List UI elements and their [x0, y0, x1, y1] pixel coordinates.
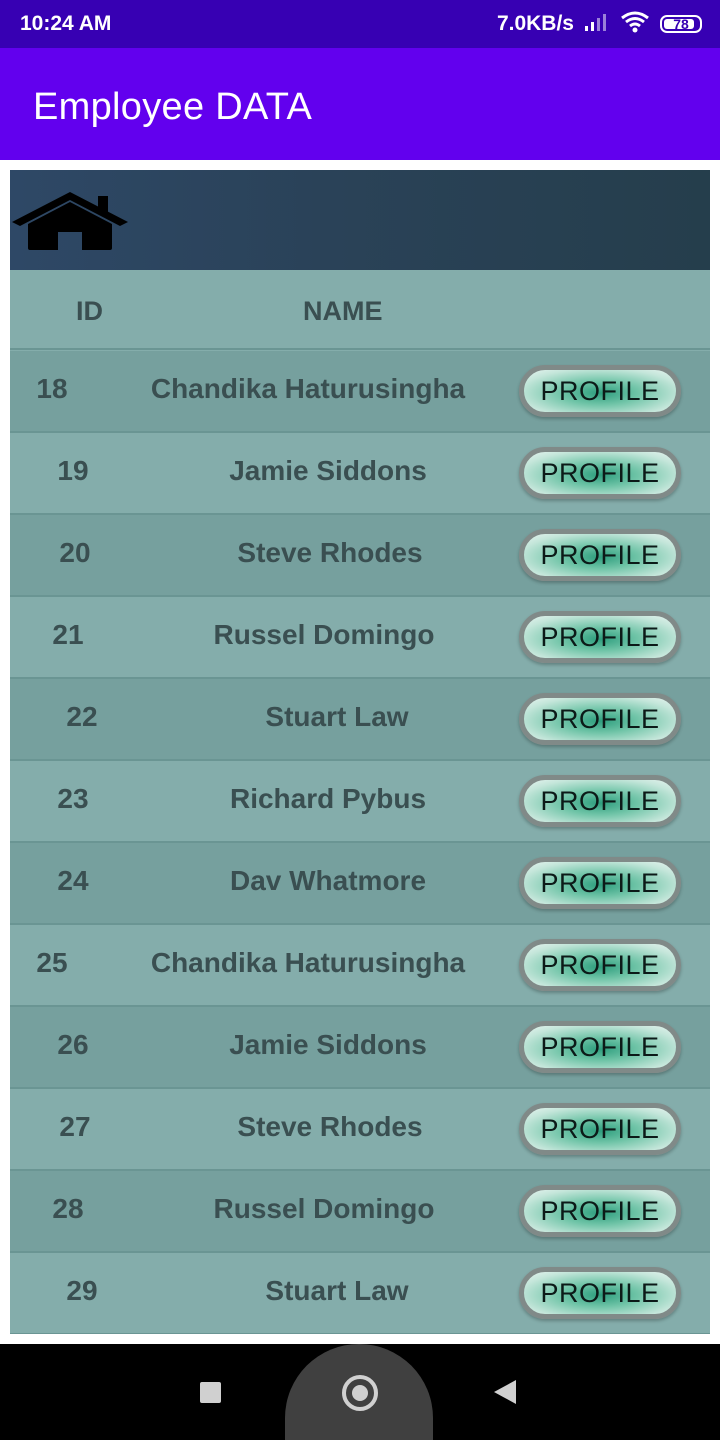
table-row: 29 Stuart Law PROFILE: [10, 1253, 710, 1334]
battery-icon: 78: [660, 15, 702, 33]
profile-button[interactable]: PROFILE: [519, 529, 681, 581]
row-id: 24: [57, 865, 89, 896]
table-row: 23 Richard Pybus PROFILE: [10, 761, 710, 843]
recents-icon[interactable]: [200, 1382, 221, 1403]
app-title: Employee DATA: [33, 86, 313, 128]
column-header-name: NAME: [303, 296, 383, 326]
column-header-row: ID NAME: [10, 270, 710, 350]
profile-button[interactable]: PROFILE: [519, 1185, 681, 1237]
row-id: 23: [57, 783, 89, 814]
row-name: Steve Rhodes: [237, 1111, 423, 1142]
table-row: 26 Jamie Siddons PROFILE: [10, 1007, 710, 1089]
table-row: 18 Chandika Haturusingha PROFILE: [10, 351, 710, 433]
employee-table: ID NAME 18 Chandika Haturusingha PROFILE…: [10, 170, 710, 1334]
battery-level: 78: [673, 16, 689, 32]
row-name: Jamie Siddons: [229, 455, 427, 486]
profile-button[interactable]: PROFILE: [519, 693, 681, 745]
table-row: 20 Steve Rhodes PROFILE: [10, 515, 710, 597]
table-row: 22 Stuart Law PROFILE: [10, 679, 710, 761]
profile-button[interactable]: PROFILE: [519, 1267, 681, 1319]
navigation-bar: [0, 1344, 720, 1440]
table-row: 28 Russel Domingo PROFILE: [10, 1171, 710, 1253]
home-circle-icon[interactable]: [342, 1375, 378, 1411]
signal-icon: [584, 12, 610, 37]
row-id: 26: [57, 1029, 89, 1060]
row-id: 18: [36, 373, 68, 404]
table-row: 19 Jamie Siddons PROFILE: [10, 433, 710, 515]
profile-button[interactable]: PROFILE: [519, 447, 681, 499]
table-row: 21 Russel Domingo PROFILE: [10, 597, 710, 679]
profile-button[interactable]: PROFILE: [519, 611, 681, 663]
network-speed: 7.0KB/s: [496, 12, 574, 35]
home-circle-inner: [352, 1385, 368, 1401]
status-time: 10:24 AM: [20, 12, 112, 35]
row-id: 29: [66, 1275, 98, 1306]
profile-button[interactable]: PROFILE: [519, 857, 681, 909]
status-bar: 10:24 AM 7.0KB/s 78: [0, 0, 720, 48]
row-id: 22: [66, 701, 98, 732]
row-name: Stuart Law: [265, 701, 409, 732]
table-row: 24 Dav Whatmore PROFILE: [10, 843, 710, 925]
app-bar: Employee DATA: [0, 48, 720, 160]
profile-button[interactable]: PROFILE: [519, 939, 681, 991]
table-row: 27 Steve Rhodes PROFILE: [10, 1089, 710, 1171]
row-id: 27: [59, 1111, 91, 1142]
row-name: Russel Domingo: [213, 619, 435, 650]
table-row: 25 Chandika Haturusingha PROFILE: [10, 925, 710, 1007]
row-name: Richard Pybus: [229, 783, 427, 814]
row-name: Steve Rhodes: [237, 537, 423, 568]
employee-list: 18 Chandika Haturusingha PROFILE 19 Jami…: [10, 351, 710, 1334]
back-icon[interactable]: [494, 1380, 516, 1404]
row-name: Chandika Haturusingha: [150, 373, 466, 404]
row-name: Stuart Law: [265, 1275, 409, 1306]
home-icon[interactable]: [10, 190, 130, 252]
profile-button[interactable]: PROFILE: [519, 775, 681, 827]
profile-button[interactable]: PROFILE: [519, 365, 681, 417]
row-id: 19: [57, 455, 89, 486]
profile-button[interactable]: PROFILE: [519, 1103, 681, 1155]
wifi-icon: [620, 11, 650, 38]
row-id: 28: [52, 1193, 84, 1224]
column-header-id: ID: [76, 296, 103, 326]
row-name: Russel Domingo: [213, 1193, 435, 1224]
row-id: 21: [52, 619, 84, 650]
profile-button[interactable]: PROFILE: [519, 1021, 681, 1073]
row-name: Jamie Siddons: [229, 1029, 427, 1060]
row-name: Dav Whatmore: [229, 865, 427, 896]
row-name: Chandika Haturusingha: [150, 947, 466, 978]
row-id: 25: [36, 947, 68, 978]
row-id: 20: [59, 537, 91, 568]
header-banner: [10, 170, 710, 270]
status-indicators: 7.0KB/s 78: [497, 10, 702, 38]
